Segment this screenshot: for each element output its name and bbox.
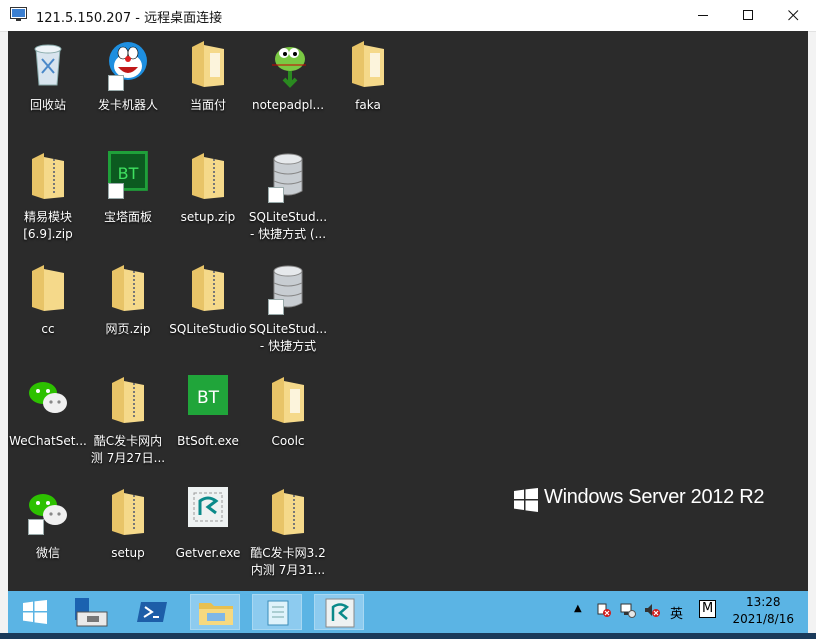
minimize-icon [698, 15, 708, 16]
remote-desktop-window: 121.5.150.207 - 远程桌面连接 回收站 发卡机器人 当面付 not… [0, 0, 816, 639]
shortcut-arrow-icon [28, 519, 44, 535]
svg-text:BT: BT [197, 388, 220, 408]
windows-logo-icon [514, 488, 538, 512]
ime-mode-indicator[interactable]: M [699, 600, 717, 618]
zip-folder-icon [32, 153, 64, 199]
speaker-muted-icon[interactable] [644, 602, 660, 618]
ime-language-indicator[interactable]: 英 [670, 603, 683, 622]
recycle-bin-icon [34, 44, 62, 86]
desktop-icon[interactable]: Getver.exe [168, 487, 248, 577]
clock-date: 2021/8/16 [732, 612, 794, 626]
wechat-icon [29, 382, 67, 413]
close-icon [788, 10, 799, 21]
desktop-icon[interactable]: 酷C发卡网内 测 7月27日... [88, 375, 168, 465]
folder-icon [352, 41, 384, 87]
maximize-icon [743, 10, 753, 20]
desktop-icon[interactable]: 回收站 [8, 39, 88, 129]
desktop-icon[interactable]: BT BtSoft.exe [168, 375, 248, 465]
desktop-icon[interactable]: 酷C发卡网3.2 内测 7月31... [248, 487, 328, 577]
close-button[interactable] [771, 0, 816, 31]
shortcut-arrow-icon [268, 299, 284, 315]
file-explorer-icon [199, 603, 233, 625]
desktop-icon[interactable]: 当面付 [168, 39, 248, 129]
desktop-icon[interactable]: SQLiteStud... - 快捷方式 (... [248, 151, 328, 241]
remote-desktop-icon [10, 7, 27, 21]
desktop-icon[interactable]: BT 宝塔面板 [88, 151, 168, 241]
desktop-icon[interactable]: 微信 [8, 487, 88, 577]
desktop-icon[interactable]: SQLiteStudio [168, 263, 248, 353]
zip-folder-icon [112, 377, 144, 423]
start-button[interactable] [10, 594, 60, 630]
zip-folder-icon [192, 153, 224, 199]
powershell-icon [137, 602, 167, 622]
zip-folder-icon [112, 489, 144, 535]
desktop-icon[interactable]: SQLiteStud... - 快捷方式 [248, 263, 328, 353]
taskbar-server-manager[interactable] [65, 594, 115, 630]
start-icon [23, 600, 47, 624]
taskbar-getver[interactable] [314, 594, 364, 630]
shortcut-arrow-icon [108, 183, 124, 199]
getver-icon [188, 487, 228, 528]
show-hidden-icons-icon[interactable]: ▲ [574, 603, 582, 614]
minimize-button[interactable] [681, 0, 726, 31]
desktop-icon[interactable]: faka [328, 39, 408, 129]
action-center-icon[interactable] [596, 602, 612, 618]
desktop-icon[interactable]: 发卡机器人 [88, 39, 168, 129]
taskbar-powershell[interactable] [127, 594, 177, 630]
zip-folder-icon [112, 265, 144, 311]
desktop-icon[interactable]: Coolc [248, 375, 328, 465]
desktop-icon[interactable]: 网页.zip [88, 263, 168, 353]
desktop-icon[interactable]: setup [88, 487, 168, 577]
desktop-icon[interactable]: cc [8, 263, 88, 353]
remote-desktop: 回收站 发卡机器人 当面付 notepadpl... faka 精易模块 [6.… [8, 31, 808, 591]
desktop-icon[interactable]: notepadpl... [248, 39, 328, 129]
svg-text:BT: BT [118, 164, 139, 183]
clock[interactable]: 13:28 2021/8/16 [732, 594, 794, 628]
taskbar-file-explorer[interactable] [190, 594, 240, 630]
window-title: 121.5.150.207 - 远程桌面连接 [36, 11, 223, 26]
getver-icon [325, 598, 355, 628]
os-watermark: Windows Server 2012 R2 [544, 486, 765, 508]
host-taskbar-edge [0, 633, 816, 639]
desktop-icon[interactable]: WeChatSet... [8, 375, 88, 465]
title-bar[interactable]: 121.5.150.207 - 远程桌面连接 [0, 0, 816, 32]
desktop-icon[interactable]: setup.zip [168, 151, 248, 241]
shortcut-arrow-icon [108, 75, 124, 91]
maximize-button[interactable] [726, 0, 771, 31]
notepadpp-icon [272, 47, 306, 88]
folder-icon [272, 377, 304, 423]
clock-time: 13:28 [745, 595, 781, 609]
desktop-icon[interactable]: 精易模块 [6.9].zip [8, 151, 88, 241]
notepad-icon [267, 600, 289, 626]
folder-icon [192, 41, 224, 87]
shortcut-arrow-icon [268, 187, 284, 203]
zip-folder-icon [272, 489, 304, 535]
network-icon[interactable] [620, 602, 636, 618]
zip-folder-icon [192, 265, 224, 311]
server-manager-icon [75, 598, 108, 627]
taskbar-notepad[interactable] [252, 594, 302, 630]
folder-icon [32, 265, 64, 311]
taskbar: ▲ 英 M 13:28 2021/8/16 [8, 591, 808, 633]
bt-soft-icon: BT [188, 375, 228, 415]
